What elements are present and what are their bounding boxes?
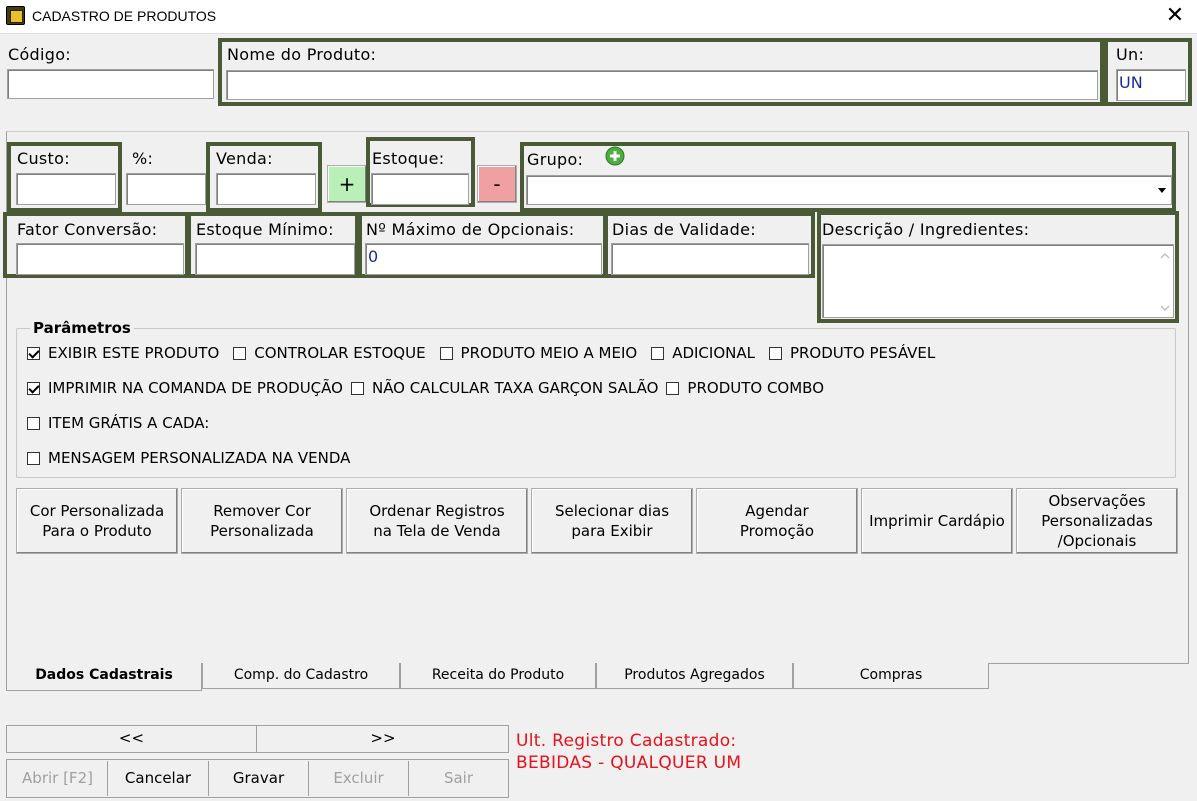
scroll-arrows-icon [1160, 252, 1170, 312]
dias-validade-label: Dias de Validade: [612, 220, 756, 239]
checkbox-box[interactable] [27, 416, 40, 430]
agendar-promocao-button[interactable]: Agendar Promoção [696, 488, 858, 554]
descricao-scrollbar[interactable] [1157, 246, 1173, 316]
parametros-row-4: MENSAGEM PERSONALIZADA NA VENDA [27, 449, 364, 467]
abrir-button[interactable]: Abrir [F2] [8, 761, 108, 796]
last-record-label: Ult. Registro Cadastrado: [516, 731, 737, 751]
checkbox-box[interactable] [27, 381, 40, 395]
checkbox-adicional[interactable]: ADICIONAL [651, 344, 755, 362]
venda-input[interactable] [216, 173, 316, 205]
checkbox-label: PRODUTO PESÁVEL [789, 344, 936, 362]
checkbox-meio-a-meio[interactable]: PRODUTO MEIO A MEIO [439, 344, 638, 362]
checkbox-item-gratis[interactable]: ITEM GRÁTIS A CADA: [27, 414, 209, 432]
checkbox-box[interactable] [350, 381, 364, 395]
checkbox-box[interactable] [651, 346, 665, 360]
checkbox-label: CONTROLAR ESTOQUE [254, 344, 426, 362]
add-grupo-button[interactable] [602, 145, 628, 167]
minus-button[interactable]: - [477, 165, 517, 203]
un-input[interactable]: UN [1116, 69, 1186, 101]
prev-button[interactable]: << [7, 726, 257, 752]
checkbox-produto-combo[interactable]: PRODUTO COMBO [666, 379, 824, 397]
grupo-label: Grupo: [527, 150, 584, 169]
plus-button[interactable]: + [327, 165, 367, 203]
estoque-input[interactable] [371, 173, 469, 205]
checkbox-label: EXIBIR ESTE PRODUTO [48, 344, 220, 362]
checkbox-box[interactable] [439, 346, 453, 360]
fator-input[interactable] [16, 243, 184, 275]
grupo-dropdown-arrow[interactable] [1154, 177, 1170, 203]
checkbox-box[interactable] [27, 346, 40, 360]
tab-dados-cadastrais[interactable]: Dados Cadastrais [6, 663, 202, 691]
tab-comp-cadastro[interactable]: Comp. do Cadastro [202, 663, 400, 689]
checkbox-label: PRODUTO MEIO A MEIO [460, 344, 638, 362]
cancelar-button[interactable]: Cancelar [108, 761, 209, 796]
gravar-button[interactable]: Gravar [209, 761, 309, 796]
nome-label: Nome do Produto: [227, 45, 377, 64]
parametros-row-3: ITEM GRÁTIS A CADA: [27, 414, 223, 432]
next-button[interactable]: >> [258, 726, 508, 752]
cor-personalizada-button[interactable]: Cor Personalizada Para o Produto [16, 488, 178, 554]
checkbox-box[interactable] [768, 346, 782, 360]
checkbox-label: NÃO CALCULAR TAXA GARÇON SALÃO [371, 379, 659, 397]
tab-receita-produto[interactable]: Receita do Produto [400, 663, 596, 689]
grupo-select[interactable] [526, 175, 1172, 205]
imprimir-cardapio-button[interactable]: Imprimir Cardápio [861, 488, 1013, 554]
descricao-textarea[interactable] [822, 244, 1174, 318]
codigo-input[interactable] [7, 69, 214, 99]
checkbox-box[interactable] [233, 346, 247, 360]
dias-validade-input[interactable] [611, 243, 809, 275]
tab-produtos-agregados[interactable]: Produtos Agregados [596, 663, 793, 689]
codigo-label: Código: [8, 45, 71, 64]
estoque-minimo-input[interactable] [195, 243, 355, 275]
last-record-value: BEBIDAS - QUALQUER UM [516, 753, 742, 773]
checkbox-label: ADICIONAL [672, 344, 755, 362]
checkbox-label: IMPRIMIR NA COMANDA DE PRODUÇÃO [48, 379, 343, 397]
window-title: CADASTRO DE PRODUTOS [32, 8, 217, 24]
checkbox-box[interactable] [666, 381, 680, 395]
checkbox-mensagem-personalizada[interactable]: MENSAGEM PERSONALIZADA NA VENDA [27, 449, 350, 467]
checkbox-pesavel[interactable]: PRODUTO PESÁVEL [768, 344, 936, 362]
custo-input[interactable] [16, 173, 116, 205]
fator-label: Fator Conversão: [17, 220, 158, 239]
venda-label: Venda: [216, 149, 273, 168]
parametros-row-2: IMPRIMIR NA COMANDA DE PRODUÇÃO NÃO CALC… [27, 379, 838, 397]
max-opcionais-input[interactable]: 0 [365, 243, 602, 275]
checkbox-controlar-estoque[interactable]: CONTROLAR ESTOQUE [233, 344, 426, 362]
close-icon[interactable]: ✕ [1163, 3, 1187, 29]
chevron-down-icon [1158, 188, 1166, 193]
checkbox-nao-calcular-taxa[interactable]: NÃO CALCULAR TAXA GARÇON SALÃO [350, 379, 659, 397]
descricao-label: Descrição / Ingredientes: [822, 220, 1030, 239]
remover-cor-button[interactable]: Remover Cor Personalizada [181, 488, 343, 554]
ordenar-registros-button[interactable]: Ordenar Registros na Tela de Venda [346, 488, 528, 554]
estoque-label: Estoque: [372, 149, 445, 168]
checkbox-label: MENSAGEM PERSONALIZADA NA VENDA [48, 449, 351, 467]
percent-label: %: [132, 149, 154, 168]
checkbox-box[interactable] [27, 451, 40, 465]
checkbox-label: ITEM GRÁTIS A CADA: [48, 414, 210, 432]
excluir-button[interactable]: Excluir [309, 761, 409, 796]
parametros-title: Parâmetros [30, 319, 134, 337]
sair-button[interactable]: Sair [409, 761, 508, 796]
parametros-row-1: EXIBIR ESTE PRODUTO CONTROLAR ESTOQUE PR… [27, 344, 949, 362]
selecionar-dias-button[interactable]: Selecionar dias para Exibir [531, 488, 693, 554]
app-icon [6, 6, 25, 25]
max-opcionais-label: Nº Máximo de Opcionais: [366, 220, 575, 239]
percent-input[interactable] [126, 173, 206, 205]
checkbox-label: PRODUTO COMBO [687, 379, 825, 397]
un-label: Un: [1116, 45, 1145, 64]
tab-compras[interactable]: Compras [793, 663, 989, 689]
checkbox-imprimir-comanda[interactable]: IMPRIMIR NA COMANDA DE PRODUÇÃO [27, 379, 343, 397]
checkbox-exibir-produto[interactable]: EXIBIR ESTE PRODUTO [27, 344, 219, 362]
observacoes-button[interactable]: Observações Personalizadas /Opcionais [1016, 488, 1178, 554]
nome-produto-input[interactable] [226, 70, 1098, 100]
estoque-minimo-label: Estoque Mínimo: [196, 220, 334, 239]
plus-circle-icon [605, 146, 625, 166]
custo-label: Custo: [17, 149, 70, 168]
